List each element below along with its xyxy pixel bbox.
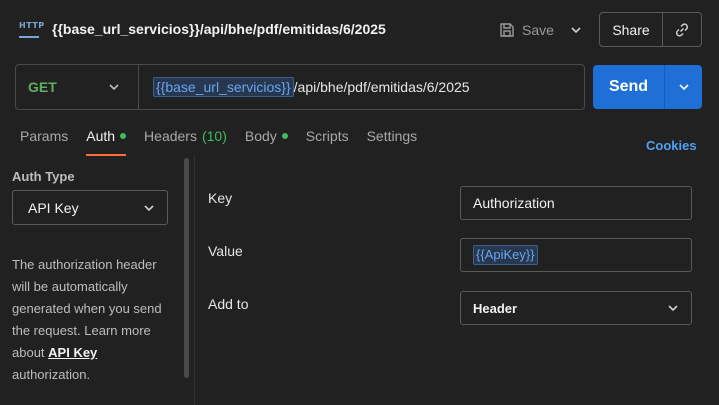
left-panel-scrollbar[interactable] [184,158,189,378]
http-request-icon: HTTP [19,20,44,38]
tab-label: Scripts [305,128,349,144]
url-variable[interactable]: {{base_url_servicios}} [153,77,294,97]
tab-auth[interactable]: Auth [86,128,127,156]
add-to-value: Header [473,300,518,316]
tab-label: Settings [366,128,418,144]
tab-params[interactable]: Params [20,128,68,156]
value-label: Value [208,243,243,259]
value-input[interactable]: {{ApiKey}} [460,238,692,272]
auth-type-value: API Key [28,199,79,216]
save-button[interactable]: Save [498,15,560,45]
tab-label: Body [244,128,277,144]
tab-body[interactable]: Body [245,128,288,156]
copy-link-button[interactable] [663,13,701,46]
add-to-select[interactable]: Header [460,291,692,325]
link-icon [675,22,689,37]
save-label: Save [522,22,554,38]
auth-type-select[interactable]: API Key [12,190,168,225]
url-path: /api/bhe/pdf/emitidas/6/2025 [293,79,470,95]
send-group: Send [593,65,702,109]
api-key-doc-link[interactable]: API Key [48,345,97,360]
request-name[interactable]: {{base_url_servicios}}/api/bhe/pdf/emiti… [52,21,386,37]
key-input[interactable]: Authorization [460,186,692,220]
chevron-down-icon [144,204,154,211]
tab-settings[interactable]: Settings [367,128,418,156]
save-icon [500,23,514,37]
request-tabs: Params Auth Headers (10) Body Scripts Se… [20,128,435,156]
auth-description: The authorization header will be automat… [12,254,172,386]
tab-headers[interactable]: Headers (10) [144,128,227,156]
status-dot [120,133,127,139]
key-label: Key [208,190,233,206]
value-variable[interactable]: {{ApiKey}} [473,245,538,265]
chevron-down-icon [678,84,689,91]
panel-divider[interactable] [194,156,195,405]
cookies-link[interactable]: Cookies [646,138,697,153]
status-dot [281,133,288,139]
tab-label: Headers [144,128,197,144]
auth-description-tail: authorization. [12,367,91,382]
key-value: Authorization [473,195,555,211]
method-select[interactable]: GET [16,65,139,109]
tab-label: Auth [86,128,116,144]
chevron-down-icon [668,305,678,312]
share-button[interactable]: Share [600,13,663,46]
chevron-down-icon [109,84,119,91]
tab-label: Params [20,128,69,144]
send-button[interactable]: Send [593,65,665,109]
headers-count: (10) [201,128,227,144]
add-to-label: Add to [208,296,249,312]
chevron-down-icon [571,27,581,34]
method-label: GET [28,79,57,95]
request-bar: GET {{base_url_servicios}} /api/bhe/pdf/… [15,64,585,110]
send-options-button[interactable] [665,65,702,109]
share-group: Share [599,12,702,47]
tab-scripts[interactable]: Scripts [306,128,349,156]
url-input[interactable]: {{base_url_servicios}} /api/bhe/pdf/emit… [139,77,470,97]
save-options-button[interactable] [565,19,587,41]
auth-type-label: Auth Type [12,169,75,184]
